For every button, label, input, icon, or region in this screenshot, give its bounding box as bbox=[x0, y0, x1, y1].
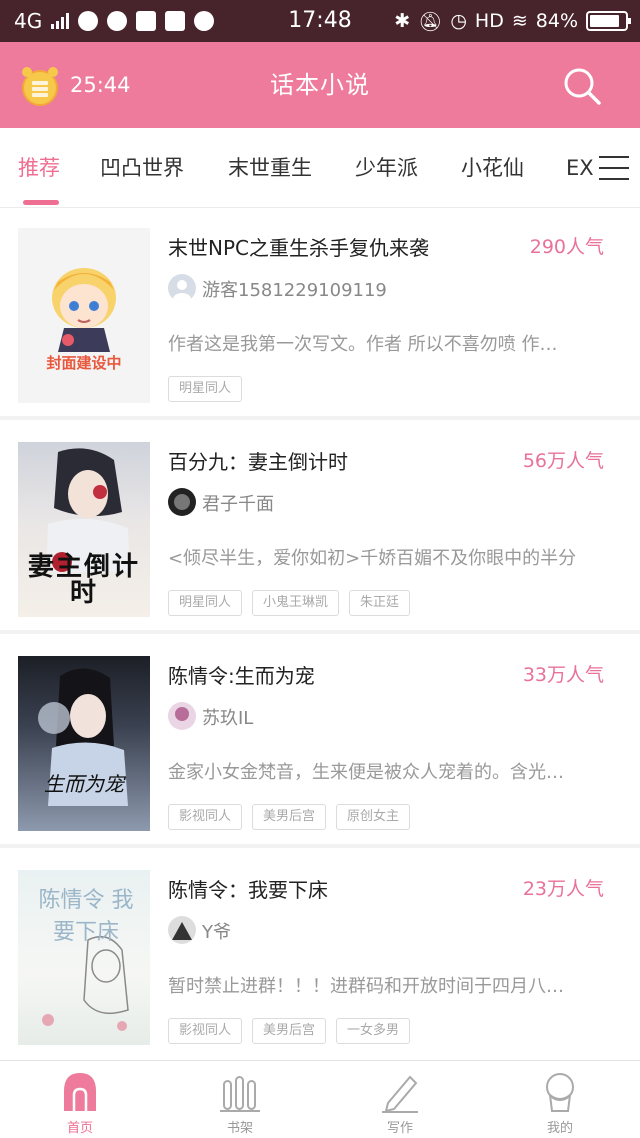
tab-aotu-world[interactable]: 凹凸世界 bbox=[100, 128, 184, 208]
alarm-clock-icon: ◷ bbox=[450, 10, 467, 32]
book-title[interactable]: 末世NPC之重生杀手复仇来袭 bbox=[168, 232, 429, 261]
status-right: ✱ 🔕︎ ◷ HD ≋ 84% bbox=[394, 0, 631, 42]
popularity-count: 290人气 bbox=[529, 236, 604, 258]
author-avatar[interactable] bbox=[168, 916, 196, 944]
tag-list: 影视同人 美男后宫 一女多男 bbox=[168, 1018, 411, 1044]
book-description: 作者这是我第一次写文。作者 所以不喜勿喷 作… bbox=[168, 334, 558, 355]
hd-label: HD bbox=[474, 10, 504, 32]
book-card[interactable]: 生而为宠 陈情令:生而为宠 33万人气 苏玖IL 金家小女金梵音，生来便是被众人… bbox=[0, 636, 640, 848]
tag[interactable]: 原创女主 bbox=[336, 804, 411, 830]
tab-ex[interactable]: EX bbox=[566, 128, 594, 208]
placeholder-cover-image bbox=[52, 268, 116, 352]
tag[interactable]: 明星同人 bbox=[168, 376, 243, 402]
app-header: 25:44 话本小说 bbox=[0, 42, 640, 128]
tag[interactable]: 明星同人 bbox=[168, 590, 243, 616]
nav-label: 写作 bbox=[386, 1121, 413, 1136]
mute-icon: 🔕︎ bbox=[418, 10, 443, 33]
nav-write[interactable]: 写作 bbox=[320, 1061, 480, 1138]
book-description: <倾尽半生，爱你如初>千娇百媚不及你眼中的半分 bbox=[168, 548, 577, 569]
cover-caption: 封面建设中 bbox=[46, 354, 122, 372]
tab-shaonianpai[interactable]: 少年派 bbox=[355, 128, 418, 208]
tag[interactable]: 美男后宫 bbox=[252, 1018, 327, 1044]
cover-caption: 陈情令 我要下床 bbox=[38, 888, 134, 945]
author-avatar[interactable] bbox=[168, 274, 196, 302]
author-name[interactable]: 君子千面 bbox=[202, 490, 274, 516]
nav-home[interactable]: 首页 bbox=[0, 1061, 160, 1138]
tag-list: 明星同人 bbox=[168, 376, 243, 402]
tag[interactable]: 影视同人 bbox=[168, 1018, 243, 1044]
home-icon bbox=[64, 1073, 96, 1111]
tag[interactable]: 小鬼王琳凯 bbox=[252, 590, 340, 616]
active-tab-indicator bbox=[23, 200, 59, 205]
pen-icon bbox=[382, 1075, 418, 1113]
popularity-count: 33万人气 bbox=[522, 664, 604, 686]
book-card[interactable]: 妻主倒计时 百分九：妻主倒计时 56万人气 君子千面 <倾尽半生，爱你如初>千娇… bbox=[0, 422, 640, 634]
author-avatar[interactable] bbox=[168, 702, 196, 730]
tab-recommend[interactable]: 推荐 bbox=[18, 128, 60, 208]
book-card[interactable]: 封面建设中 末世NPC之重生杀手复仇来袭 290人气 游客15812291091… bbox=[0, 208, 640, 420]
author-name[interactable]: Y爷 bbox=[202, 918, 231, 944]
tag[interactable]: 朱正廷 bbox=[349, 590, 411, 616]
author-name[interactable]: 游客1581229109119 bbox=[202, 276, 387, 302]
author-name[interactable]: 苏玖IL bbox=[202, 704, 253, 730]
author-avatar[interactable] bbox=[168, 488, 196, 516]
popularity-count: 56万人气 bbox=[522, 450, 604, 472]
nav-bookshelf[interactable]: 书架 bbox=[160, 1061, 320, 1138]
book-cover[interactable]: 妻主倒计时 bbox=[18, 442, 150, 617]
book-title[interactable]: 陈情令：我要下床 bbox=[168, 874, 328, 903]
bottom-navigation: 首页 书架 写作 我的 bbox=[0, 1060, 640, 1138]
book-title[interactable]: 陈情令:生而为宠 bbox=[168, 660, 315, 689]
book-description: 金家小女金梵音，生来便是被众人宠着的。含光… bbox=[168, 762, 564, 783]
tab-xiaohuaxian[interactable]: 小花仙 bbox=[461, 128, 524, 208]
tab-apocalypse-rebirth[interactable]: 末世重生 bbox=[228, 128, 312, 208]
tag[interactable]: 影视同人 bbox=[168, 804, 243, 830]
book-description: 暂时禁止进群！！！进群码和开放时间于四月八… bbox=[168, 976, 564, 997]
popularity-count: 23万人气 bbox=[522, 878, 604, 900]
bluetooth-icon: ✱ bbox=[394, 10, 411, 32]
page-title: 话本小说 bbox=[270, 71, 370, 99]
cover-caption: 妻主倒计时 bbox=[27, 552, 140, 608]
menu-icon[interactable] bbox=[599, 156, 629, 180]
cover-caption: 生而为宠 bbox=[44, 772, 124, 796]
nav-profile[interactable]: 我的 bbox=[480, 1061, 640, 1138]
bookshelf-icon bbox=[220, 1076, 260, 1112]
nav-label: 首页 bbox=[66, 1121, 93, 1136]
wifi-icon: ≋ bbox=[511, 10, 528, 32]
tag[interactable]: 一女多男 bbox=[336, 1018, 411, 1044]
tag[interactable]: 美男后宫 bbox=[252, 804, 327, 830]
profile-icon bbox=[546, 1073, 574, 1112]
book-title[interactable]: 百分九：妻主倒计时 bbox=[168, 446, 348, 475]
book-card[interactable]: 陈情令 我要下床 陈情令：我要下床 23万人气 Y爷 暂时禁止进群！！！进群码和… bbox=[0, 850, 640, 1060]
book-cover[interactable]: 陈情令 我要下床 bbox=[18, 870, 150, 1045]
app-root: 4G 17:48 ✱ 🔕︎ ◷ HD ≋ 84% 25:44 话本小说 推荐 凹… bbox=[0, 0, 640, 1138]
cover-artwork bbox=[38, 668, 128, 806]
book-cover[interactable]: 封面建设中 bbox=[18, 228, 150, 403]
status-bar: 4G 17:48 ✱ 🔕︎ ◷ HD ≋ 84% bbox=[0, 0, 640, 42]
nav-label: 我的 bbox=[546, 1121, 573, 1136]
battery-icon bbox=[586, 11, 631, 31]
nav-label: 书架 bbox=[226, 1121, 253, 1136]
tag-list: 影视同人 美男后宫 原创女主 bbox=[168, 804, 411, 830]
tag-list: 明星同人 小鬼王琳凯 朱正廷 bbox=[168, 590, 411, 616]
book-cover[interactable]: 生而为宠 bbox=[18, 656, 150, 831]
search-icon[interactable] bbox=[562, 66, 602, 106]
battery-percent: 84% bbox=[535, 10, 578, 32]
category-tabs: 推荐 凹凸世界 末世重生 少年派 小花仙 EX bbox=[0, 128, 640, 208]
